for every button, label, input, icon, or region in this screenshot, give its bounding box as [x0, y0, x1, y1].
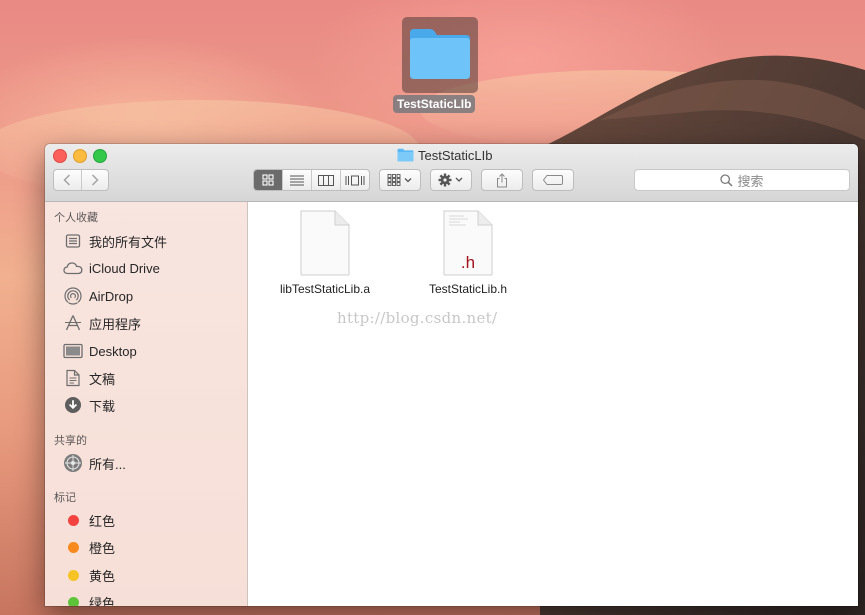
tag-dot-holder — [63, 565, 83, 585]
file-name: TestStaticLib.h — [428, 282, 508, 296]
tag-dot-holder — [63, 510, 83, 530]
chevron-left-icon — [63, 174, 71, 186]
sidebar-item-label: 黄色 — [89, 568, 116, 584]
zoom-button[interactable] — [93, 149, 107, 163]
action-button[interactable] — [430, 169, 472, 191]
sidebar-tag-yellow[interactable]: 黄色 — [63, 564, 243, 586]
cover-flow-button[interactable] — [340, 170, 369, 190]
sidebar-item-label: 应用程序 — [89, 316, 142, 332]
file-area: libTestStaticLib.a .h TestStaticLib.h — [248, 202, 858, 606]
forward-button[interactable] — [80, 170, 109, 190]
search-field[interactable]: 搜索 — [634, 169, 850, 191]
sidebar-header-shared: 共享的 — [54, 435, 87, 447]
header-document-icon: .h — [443, 210, 493, 276]
airdrop-icon — [63, 286, 83, 306]
file-name: libTestStaticLib.a — [279, 282, 371, 296]
cover-flow-icon — [345, 175, 365, 185]
sidebar-item-label: Desktop — [89, 343, 137, 359]
sidebar: 个人收藏 我的所有文件 iCloud Drive AirDrop 应用程序 De… — [45, 202, 248, 606]
sidebar-item-all-my-files[interactable]: 我的所有文件 — [63, 230, 243, 252]
view-switcher — [253, 169, 370, 191]
sidebar-item-desktop[interactable]: Desktop — [63, 340, 243, 362]
sidebar-item-label: 文稿 — [89, 371, 116, 387]
sidebar-item-icloud-drive[interactable]: iCloud Drive — [63, 257, 243, 279]
close-button[interactable] — [53, 149, 67, 163]
downloads-icon — [63, 395, 83, 415]
applications-icon — [63, 313, 83, 333]
title-folder-icon — [397, 148, 414, 162]
column-view-button[interactable] — [311, 170, 340, 190]
sidebar-item-applications[interactable]: 应用程序 — [63, 312, 243, 334]
red-dot-icon — [67, 514, 79, 526]
sidebar-item-label: AirDrop — [89, 288, 134, 304]
window-title-text: TestStaticLIb — [418, 147, 493, 163]
navigation-buttons — [53, 169, 109, 191]
blank-document-icon — [300, 210, 350, 276]
window-title: TestStaticLIb — [397, 147, 492, 163]
cloud-icon — [63, 258, 83, 278]
sidebar-item-label: 下载 — [89, 398, 116, 414]
search-placeholder: 搜索 — [737, 173, 764, 189]
yellow-dot-icon — [67, 569, 79, 581]
sidebar-item-label: 所有... — [89, 456, 126, 472]
sidebar-item-label: iCloud Drive — [89, 260, 160, 276]
tag-dot-holder — [63, 537, 83, 557]
tag-dot-holder — [63, 592, 83, 606]
sidebar-item-label: 红色 — [89, 513, 116, 529]
sidebar-header-favorites: 个人收藏 — [54, 212, 98, 224]
tag-icon — [543, 175, 563, 185]
desktop-icon — [63, 341, 83, 361]
arrange-icon — [387, 174, 412, 186]
sidebar-item-label: 绿色 — [89, 595, 116, 607]
minimize-button[interactable] — [73, 149, 87, 163]
gear-icon — [438, 173, 463, 187]
sidebar-tag-red[interactable]: 红色 — [63, 509, 243, 531]
share-icon — [497, 172, 507, 187]
finder-window: TestStaticLIb 搜索 个人收藏 我的所有文件 iCloud Driv… — [45, 144, 858, 606]
back-button[interactable] — [54, 170, 81, 190]
grid-icon — [262, 174, 274, 186]
orange-dot-icon — [67, 541, 79, 553]
sidebar-item-documents[interactable]: 文稿 — [63, 367, 243, 389]
sidebar-tag-green[interactable]: 绿色 — [63, 591, 243, 606]
desktop-folder[interactable] — [402, 17, 478, 93]
sidebar-item-all-shared[interactable]: 所有... — [63, 452, 243, 474]
watermark: http://blog.csdn.net/ — [337, 309, 498, 327]
share-button[interactable] — [481, 169, 523, 191]
sidebar-item-downloads[interactable]: 下载 — [63, 394, 243, 416]
tags-button[interactable] — [532, 169, 574, 191]
search-icon — [720, 173, 734, 187]
chevron-right-icon — [91, 174, 99, 186]
list-icon — [290, 175, 304, 185]
network-icon — [63, 453, 83, 473]
folder-icon — [410, 29, 470, 79]
sidebar-item-airdrop[interactable]: AirDrop — [63, 285, 243, 307]
sidebar-header-tags: 标记 — [54, 492, 76, 504]
documents-icon — [63, 368, 83, 388]
desktop-folder-label: TestStaticLIb — [393, 95, 476, 113]
list-view-button[interactable] — [282, 170, 311, 190]
green-dot-icon — [67, 596, 79, 606]
icon-view-button[interactable] — [254, 170, 282, 190]
arrange-button[interactable] — [379, 169, 421, 191]
sidebar-tag-orange[interactable]: 橙色 — [63, 536, 243, 558]
file-badge: .h — [461, 253, 475, 272]
file-item-header[interactable]: .h TestStaticLib.h — [413, 210, 523, 296]
all-files-icon — [63, 231, 83, 251]
columns-icon — [318, 174, 334, 186]
sidebar-item-label: 我的所有文件 — [89, 234, 168, 250]
toolbar: TestStaticLIb 搜索 — [45, 144, 858, 202]
file-item-static-lib[interactable]: libTestStaticLib.a — [270, 210, 380, 296]
sidebar-item-label: 橙色 — [89, 540, 116, 556]
